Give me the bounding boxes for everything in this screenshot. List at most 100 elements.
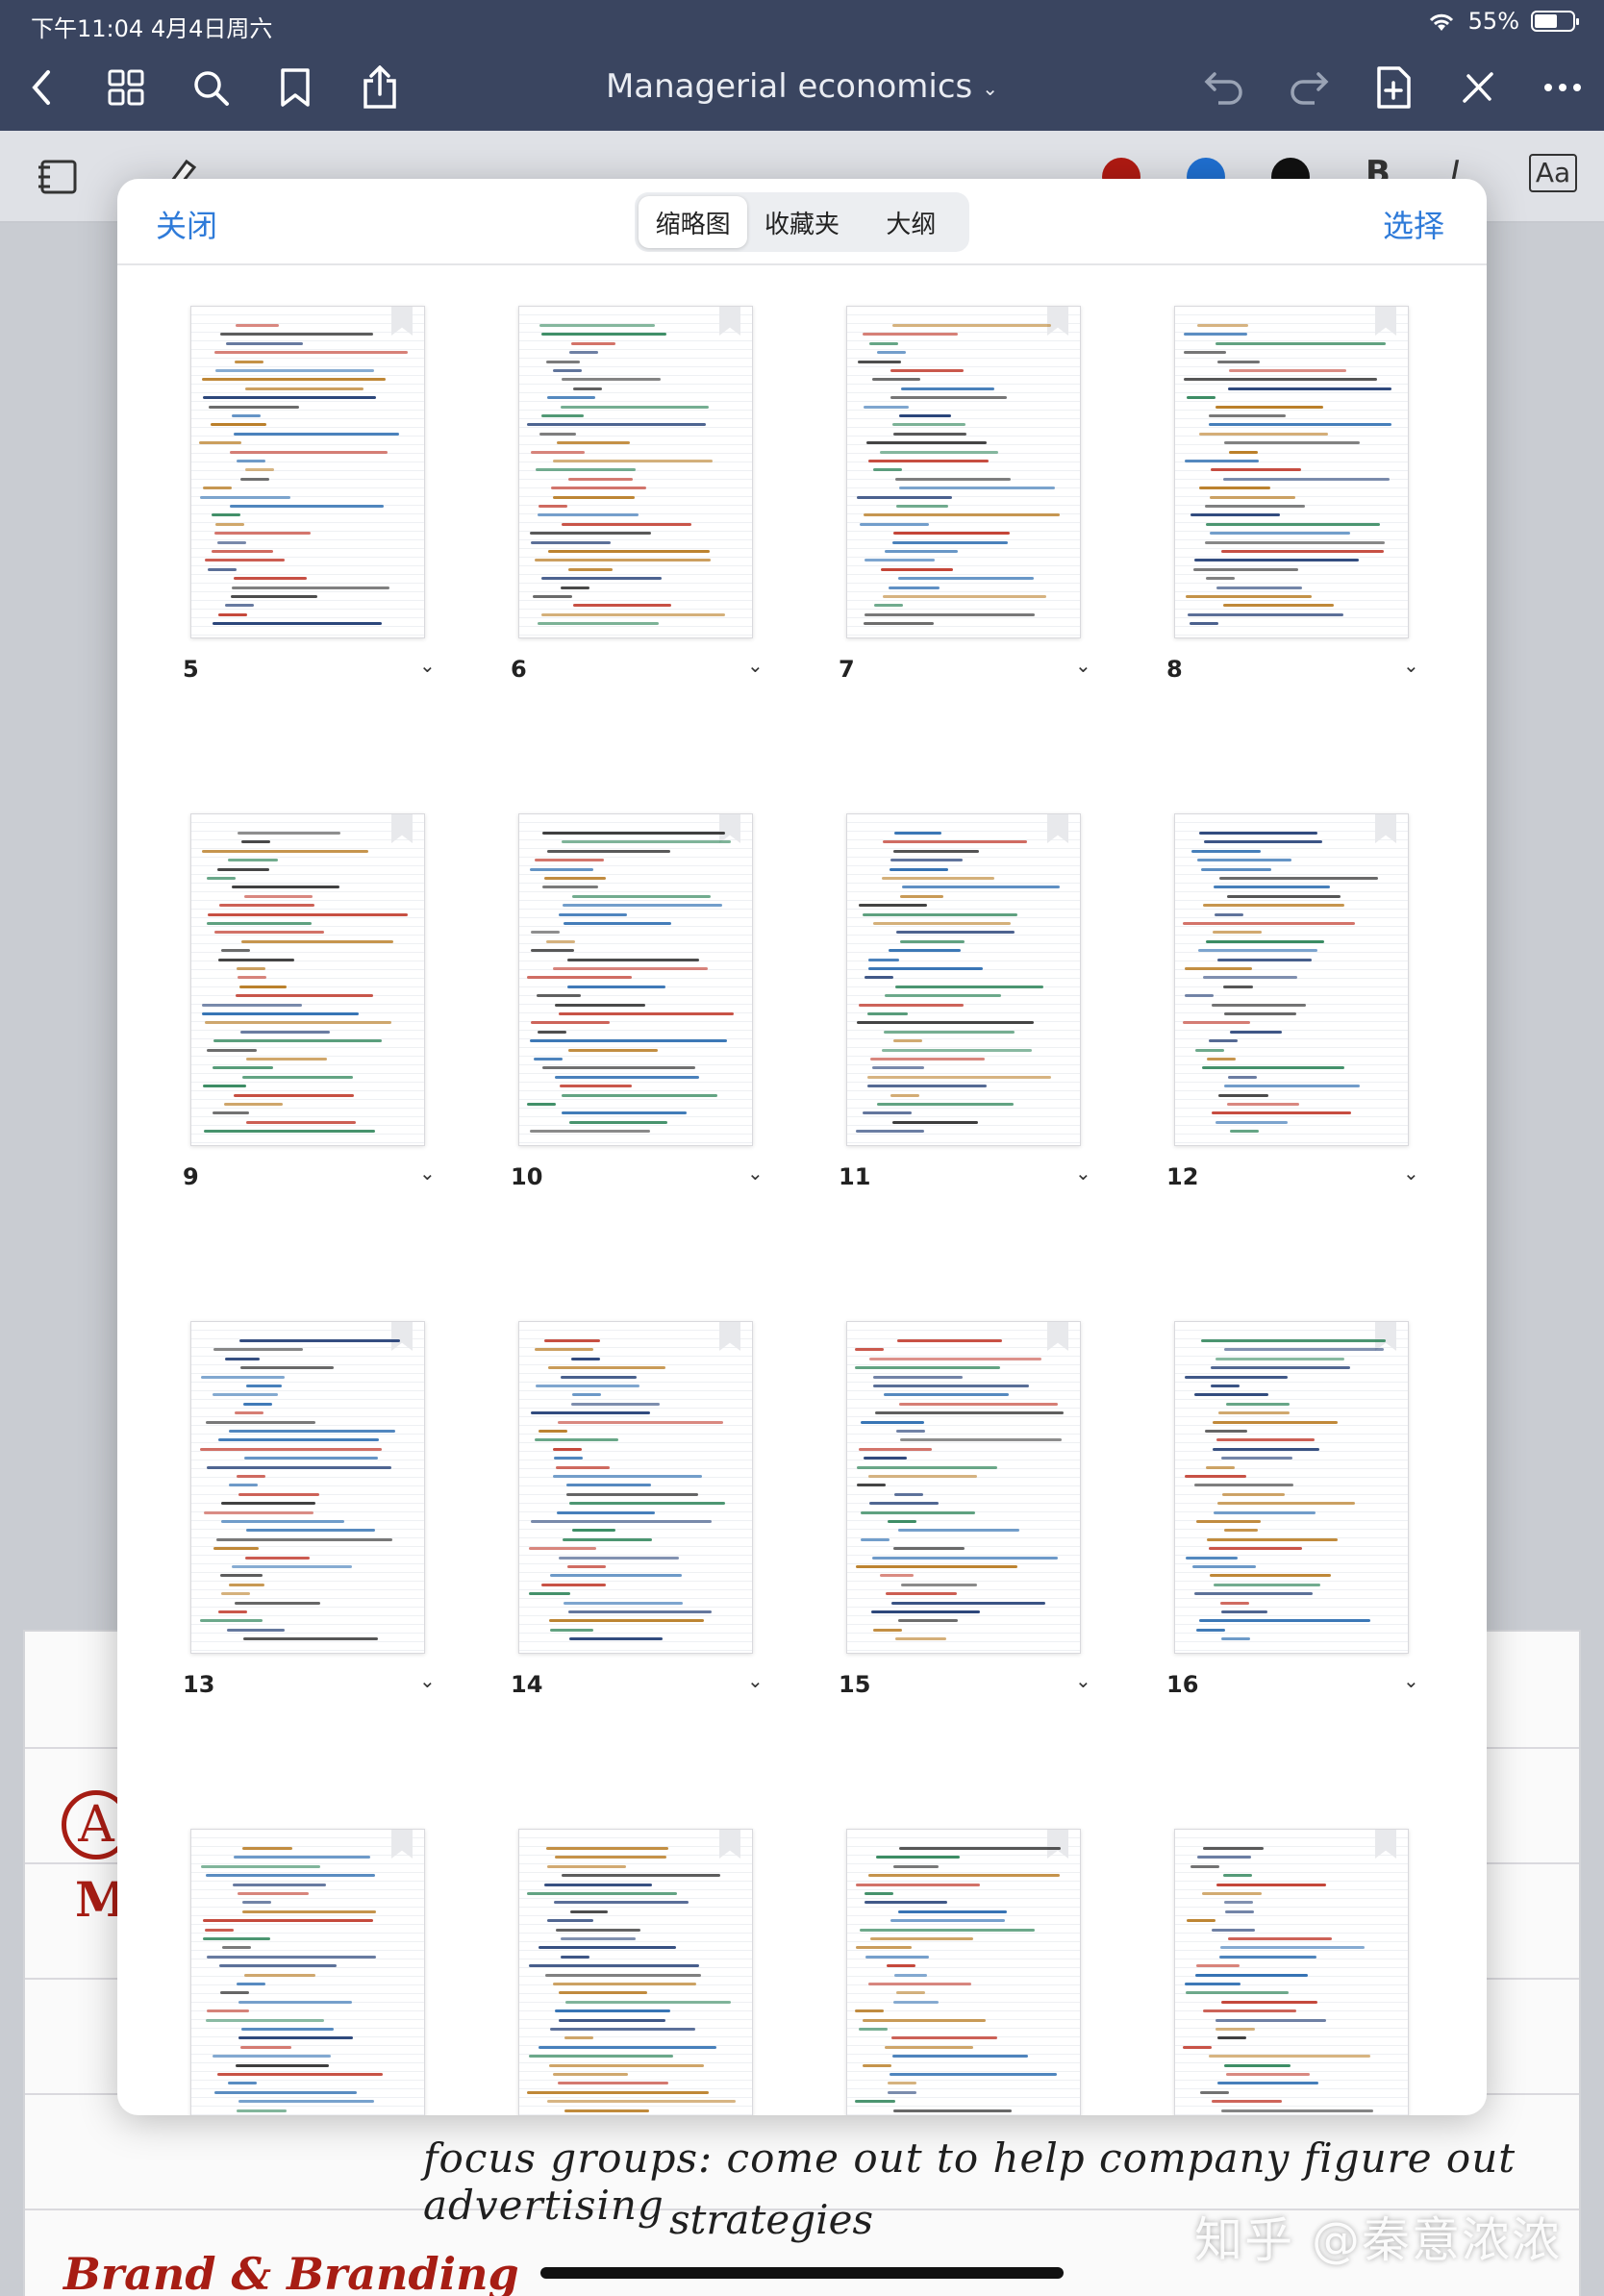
chevron-down-icon[interactable]: ⌄ bbox=[747, 1669, 764, 1692]
thumbnail-image[interactable] bbox=[518, 813, 753, 1146]
chevron-down-icon[interactable]: ⌄ bbox=[747, 1161, 764, 1185]
thumbnail-bookmark-icon[interactable] bbox=[1375, 814, 1396, 843]
chevron-down-icon[interactable]: ⌄ bbox=[419, 654, 436, 677]
page-thumbnail[interactable] bbox=[1161, 1808, 1449, 2115]
page-layout-icon[interactable] bbox=[35, 154, 81, 200]
thumbnail-image[interactable] bbox=[1174, 1321, 1409, 1654]
page-thumbnail[interactable]: 6 ⌄ bbox=[505, 285, 793, 688]
tab-favorites[interactable]: 收藏夹 bbox=[747, 196, 856, 248]
page-thumbnail[interactable]: 12 ⌄ bbox=[1161, 792, 1449, 1196]
thumbnail-ink-stroke bbox=[1223, 1874, 1252, 1878]
thumbnail-ink-stroke bbox=[232, 414, 261, 417]
thumbnail-bookmark-icon[interactable] bbox=[1047, 307, 1068, 336]
thumbnail-bookmark-icon[interactable] bbox=[391, 814, 413, 843]
thumbnail-ink-stroke bbox=[234, 577, 307, 581]
thumbnail-ink-stroke bbox=[1221, 550, 1384, 553]
redo-icon[interactable] bbox=[1287, 65, 1331, 110]
undo-icon[interactable] bbox=[1202, 65, 1246, 110]
thumbnail-ink-stroke bbox=[1211, 1385, 1240, 1387]
thumbnail-image[interactable] bbox=[846, 306, 1081, 638]
thumbnail-ink-stroke bbox=[560, 1085, 632, 1088]
home-indicator[interactable] bbox=[540, 2267, 1064, 2279]
thumbnail-ink-stroke bbox=[571, 341, 615, 345]
thumbnail-bookmark-icon[interactable] bbox=[1375, 1322, 1396, 1351]
page-thumbnail[interactable] bbox=[833, 1808, 1121, 2115]
page-thumbnail[interactable]: 15 ⌄ bbox=[833, 1300, 1121, 1704]
thumbnail-bookmark-icon[interactable] bbox=[1047, 1830, 1068, 1859]
page-thumbnail[interactable]: 16 ⌄ bbox=[1161, 1300, 1449, 1704]
tab-thumbnails[interactable]: 缩略图 bbox=[639, 196, 748, 248]
add-page-icon[interactable] bbox=[1371, 65, 1416, 110]
thumbnail-ink-stroke bbox=[553, 1447, 582, 1451]
thumbnail-bookmark-icon[interactable] bbox=[1047, 1322, 1068, 1351]
page-thumbnail[interactable] bbox=[177, 1808, 465, 2115]
chevron-down-icon[interactable]: ⌄ bbox=[1075, 654, 1091, 677]
thumbnail-image[interactable] bbox=[190, 1829, 425, 2115]
chevron-down-icon[interactable]: ⌄ bbox=[747, 654, 764, 677]
chevron-down-icon[interactable]: ⌄ bbox=[1075, 1669, 1091, 1692]
chevron-down-icon[interactable]: ⌄ bbox=[1403, 1161, 1419, 1185]
thumbnail-image[interactable] bbox=[846, 1829, 1081, 2115]
thumbnail-bookmark-icon[interactable] bbox=[1375, 1830, 1396, 1859]
thumbnail-ink-stroke bbox=[1223, 604, 1334, 608]
chevron-down-icon[interactable]: ⌄ bbox=[1075, 1161, 1091, 1185]
thumbnail-image[interactable] bbox=[518, 1829, 753, 2115]
thumbnail-ink-stroke bbox=[553, 369, 582, 372]
text-style-button[interactable]: Aa bbox=[1529, 154, 1577, 192]
thumbnail-ink-stroke bbox=[868, 1475, 977, 1478]
thumbnail-bookmark-icon[interactable] bbox=[1375, 307, 1396, 336]
thumbnail-ink-stroke bbox=[1223, 477, 1390, 481]
thumbnail-ink-stroke bbox=[572, 1393, 601, 1397]
tab-outline[interactable]: 大纲 bbox=[857, 196, 965, 248]
page-number: 6 bbox=[511, 656, 527, 683]
thumbnail-bookmark-icon[interactable] bbox=[1047, 814, 1068, 843]
close-button[interactable]: 关闭 bbox=[156, 202, 217, 246]
thumbnail-image[interactable] bbox=[1174, 1829, 1409, 2115]
thumbnail-ink-stroke bbox=[559, 2018, 665, 2022]
thumbnail-ink-stroke bbox=[547, 849, 670, 853]
select-button[interactable]: 选择 bbox=[1383, 202, 1444, 246]
thumbnail-image[interactable] bbox=[846, 813, 1081, 1146]
thumbnail-ink-stroke bbox=[570, 1909, 608, 1913]
thumbnail-ink-stroke bbox=[238, 2100, 374, 2104]
chevron-down-icon[interactable]: ⌄ bbox=[1403, 1669, 1419, 1692]
thumbnail-image[interactable] bbox=[518, 1321, 753, 1654]
thumbnail-ink-stroke bbox=[1221, 1610, 1267, 1613]
thumbnail-image[interactable] bbox=[190, 1321, 425, 1654]
thumbnail-ink-stroke bbox=[863, 2018, 986, 2022]
thumbnail-ink-stroke bbox=[1199, 1619, 1370, 1623]
more-icon[interactable] bbox=[1541, 65, 1585, 110]
close-tools-icon[interactable] bbox=[1456, 65, 1500, 110]
page-thumbnail[interactable]: 8 ⌄ bbox=[1161, 285, 1449, 688]
document-title[interactable]: Managerial economics ⌄ bbox=[0, 67, 1604, 106]
thumbnail-bookmark-icon[interactable] bbox=[391, 307, 413, 336]
page-thumbnail[interactable]: 10 ⌄ bbox=[505, 792, 793, 1196]
thumbnail-bookmark-icon[interactable] bbox=[719, 307, 740, 336]
thumbnail-ink-stroke bbox=[220, 333, 373, 337]
page-thumbnail[interactable]: 14 ⌄ bbox=[505, 1300, 793, 1704]
thumbnail-image[interactable] bbox=[846, 1321, 1081, 1654]
thumbnail-bookmark-icon[interactable] bbox=[391, 1830, 413, 1859]
thumbnail-image[interactable] bbox=[190, 813, 425, 1146]
page-thumbnail[interactable]: 9 ⌄ bbox=[177, 792, 465, 1196]
chevron-down-icon[interactable]: ⌄ bbox=[419, 1669, 436, 1692]
page-thumbnail[interactable]: 13 ⌄ bbox=[177, 1300, 465, 1704]
thumbnail-ink-stroke bbox=[563, 904, 722, 908]
chevron-down-icon[interactable]: ⌄ bbox=[419, 1161, 436, 1185]
thumbnail-image[interactable] bbox=[1174, 813, 1409, 1146]
thumbnail-image[interactable] bbox=[518, 306, 753, 638]
thumbnail-ink-stroke bbox=[215, 369, 374, 372]
thumbnail-bookmark-icon[interactable] bbox=[719, 1322, 740, 1351]
chevron-down-icon[interactable]: ⌄ bbox=[1403, 654, 1419, 677]
thumbnail-ink-stroke bbox=[206, 2018, 324, 2022]
thumbnail-image[interactable] bbox=[1174, 306, 1409, 638]
page-thumbnail[interactable]: 7 ⌄ bbox=[833, 285, 1121, 688]
thumbnail-ink-stroke bbox=[1218, 1093, 1268, 1097]
page-thumbnail[interactable]: 11 ⌄ bbox=[833, 792, 1121, 1196]
thumbnail-bookmark-icon[interactable] bbox=[719, 1830, 740, 1859]
thumbnail-image[interactable] bbox=[190, 306, 425, 638]
thumbnail-bookmark-icon[interactable] bbox=[719, 814, 740, 843]
page-thumbnail[interactable]: 5 ⌄ bbox=[177, 285, 465, 688]
page-thumbnail[interactable] bbox=[505, 1808, 793, 2115]
thumbnail-bookmark-icon[interactable] bbox=[391, 1322, 413, 1351]
